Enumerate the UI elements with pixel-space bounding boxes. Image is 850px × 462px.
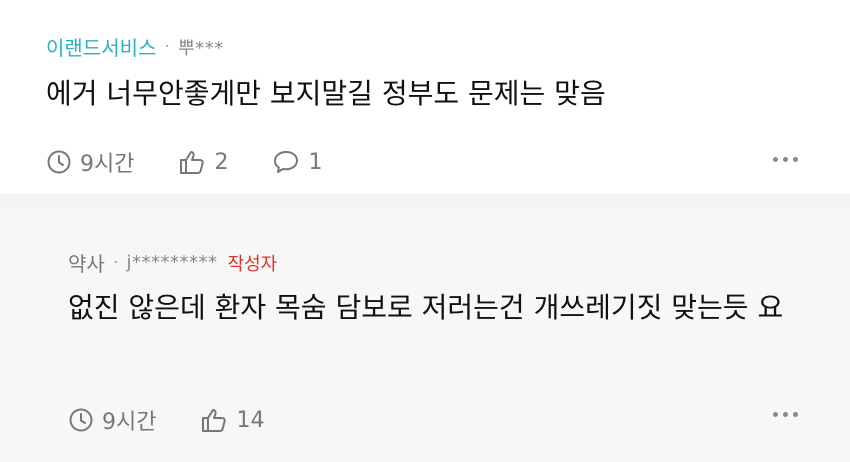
timestamp: 9시간 [46,146,134,178]
comment-text: 에거 너무안좋게만 보지말길 정부도 문제는 맞음 [46,77,606,110]
reply-button[interactable]: 1 [272,149,322,175]
job-category[interactable]: 약사 [68,248,105,277]
more-options-icon[interactable] [773,157,798,162]
clock-icon [69,408,93,432]
comment-text: 없진 않은데 환자 목숨 담보로 저러는건 개쓰레기짓 맞는듯 요 [68,291,784,324]
thumbs-up-icon [180,151,205,174]
divider [0,194,850,208]
company-category[interactable]: 이랜드서비스 [46,32,156,61]
username: j********* [126,252,218,273]
time-label: 9시간 [102,410,157,435]
like-count: 14 [236,407,265,433]
comment-meta: 이랜드서비스 · 뿌*** [46,32,224,61]
meta-separator: · [112,252,119,273]
comment-actions: 9시간 2 1 [46,146,366,178]
comment-actions: 9시간 14 [68,404,308,436]
author-badge: 작성자 [227,253,278,275]
username: 뿌*** [178,37,224,59]
comment-meta: 약사 · j********* 작성자 [68,248,277,277]
reply-count: 1 [308,149,323,175]
like-count: 2 [214,149,229,175]
thumbs-up-icon [202,409,227,432]
meta-separator: · [164,36,171,57]
comment-card: 이랜드서비스 · 뿌*** 에거 너무안좋게만 보지말길 정부도 문제는 맞음 … [0,0,850,194]
reply-card: 약사 · j********* 작성자 없진 않은데 환자 목숨 담보로 저러는… [0,208,850,462]
timestamp: 9시간 [68,404,156,436]
clock-icon [47,150,71,174]
time-label: 9시간 [80,152,135,177]
comment-icon [274,151,299,173]
more-options-icon[interactable] [773,412,798,417]
like-button[interactable]: 2 [178,149,228,175]
like-button[interactable]: 14 [200,407,264,433]
